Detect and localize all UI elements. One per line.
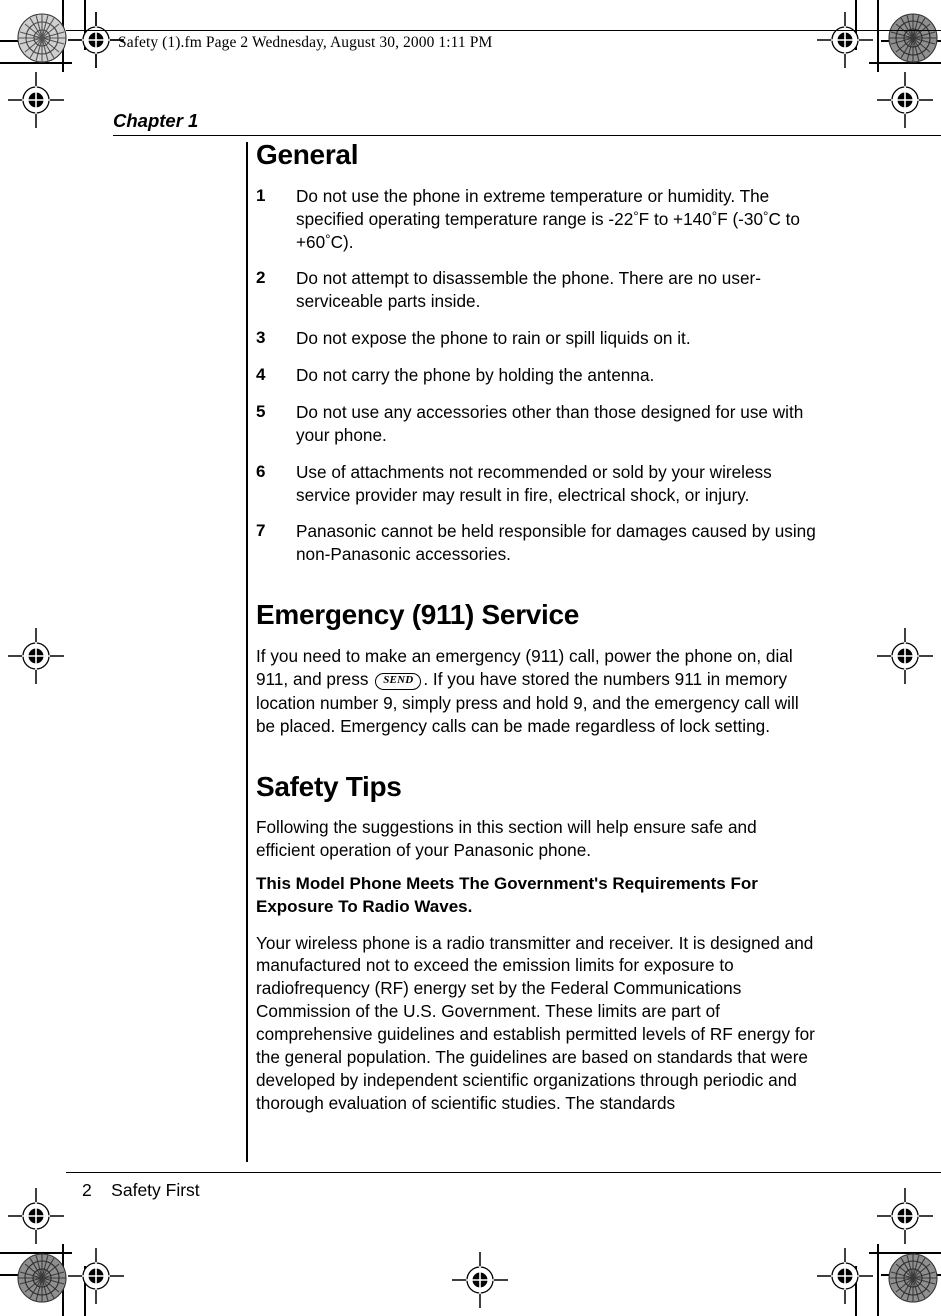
registration-target [877, 628, 933, 684]
registration-target [817, 1248, 873, 1304]
registration-target [877, 1188, 933, 1244]
registration-target [452, 1252, 508, 1308]
registration-target [877, 72, 933, 128]
list-item: 6 Use of attachments not recommended or s… [256, 461, 816, 507]
list-item-text: Use of attachments not recommended or so… [296, 461, 772, 505]
list-item-text: Do not expose the phone to rain or spill… [296, 328, 691, 349]
registration-target [68, 1248, 124, 1304]
list-item: 3 Do not expose the phone to rain or spil… [256, 327, 816, 350]
list-item-number: 3 [256, 328, 266, 348]
list-item: 5 Do not use any accessories other than t… [256, 401, 816, 447]
list-item-number: 6 [256, 461, 266, 481]
document-page: Safety (1).fm Page 2 Wednesday, August 3… [0, 0, 941, 1316]
safety-tips-intro: Following the suggestions in this sectio… [256, 817, 757, 861]
registration-target [68, 12, 124, 68]
list-item-text: Do not attempt to disassemble the phone.… [296, 268, 761, 312]
list-item: 7 Panasonic cannot be held responsible fo… [256, 520, 816, 566]
list-item-number: 2 [256, 268, 266, 288]
list-item: 2 Do not attempt to disassemble the phone… [256, 267, 816, 313]
list-item-text: Do not use any accessories other than th… [296, 401, 804, 445]
density-starburst-target [885, 1250, 941, 1306]
chapter-label: Chapter 1 [113, 110, 199, 131]
safety-tips-body: Your wireless phone is a radio transmitt… [256, 932, 815, 1114]
section-heading-general: General [256, 139, 359, 170]
header-divider [66, 30, 941, 31]
content-vertical-rule [246, 142, 248, 1162]
crop-mark [877, 1244, 879, 1316]
section-heading-emergency: Emergency (911) Service [256, 599, 580, 631]
general-safety-list: 1 Do not use the phone in extreme tempera… [256, 185, 816, 566]
footer-divider [66, 1172, 941, 1173]
send-key-icon: SEND [375, 672, 422, 690]
registration-target [8, 628, 64, 684]
file-info-header: Safety (1).fm Page 2 Wednesday, August 3… [118, 34, 493, 51]
list-item-number: 5 [256, 401, 266, 421]
list-item-text: Panasonic cannot be held responsible for… [296, 521, 816, 565]
list-item-number: 4 [256, 365, 266, 385]
list-item-text-cont: F (-30 [717, 208, 764, 229]
list-item-text: Do not carry the phone by holding the an… [296, 365, 655, 386]
list-item-number: 1 [256, 185, 266, 205]
safety-tips-subheading: This Model Phone Meets The Government's … [256, 874, 758, 916]
chapter-divider [113, 135, 941, 137]
page-footer: 2 Safety First [82, 1180, 200, 1200]
list-item-text-end: C). [330, 231, 354, 252]
registration-target [817, 12, 873, 68]
density-starburst-target [885, 10, 941, 66]
list-item: 1 Do not use the phone in extreme tempera… [256, 185, 816, 254]
density-starburst-target [14, 1250, 70, 1306]
list-item-text-cont: F to +140 [638, 208, 712, 229]
section-heading-safety-tips: Safety Tips [256, 770, 402, 802]
emergency-paragraph: If you need to make an emergency (911) c… [256, 645, 816, 738]
content-column: General 1 Do not use the phone in extreme… [256, 139, 816, 1128]
registration-target [8, 72, 64, 128]
density-starburst-target [14, 10, 70, 66]
registration-target [8, 1188, 64, 1244]
list-item: 4 Do not carry the phone by holding the a… [256, 364, 816, 387]
crop-mark [877, 0, 879, 72]
list-item-number: 7 [256, 521, 266, 541]
